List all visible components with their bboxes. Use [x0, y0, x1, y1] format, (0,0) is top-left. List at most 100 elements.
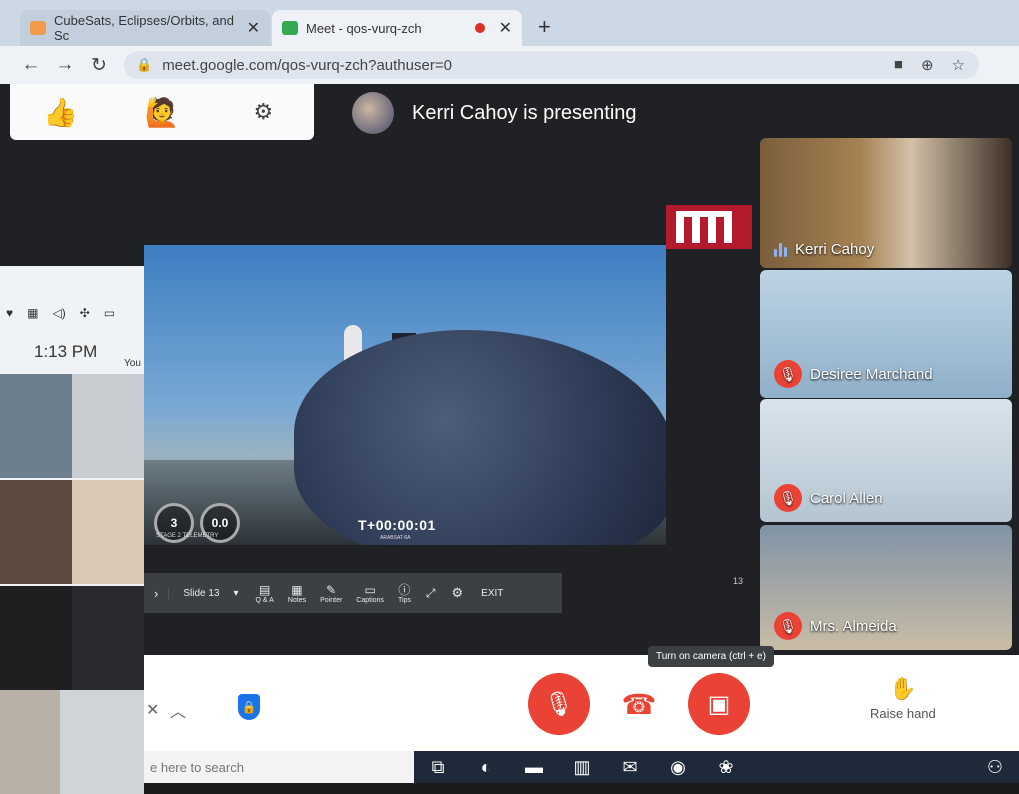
next-slide-icon[interactable]: › [144, 586, 168, 601]
meet-favicon-icon [282, 21, 298, 35]
close-tab-icon[interactable]: ✕ [247, 18, 260, 38]
participant-name: Kerri Cahoy [795, 241, 875, 258]
slide-selector[interactable]: Slide 13 [168, 587, 233, 599]
browser-tab-bar: CubeSats, Eclipses/Orbits, and Sc ✕ Meet… [0, 0, 1019, 46]
settings-gear-icon[interactable]: ⚙ [444, 585, 472, 601]
pointer-icon: ✎ [326, 582, 337, 597]
grid-icon[interactable]: ▦ [27, 306, 38, 320]
countdown-timer: T+00:00:01 [358, 517, 436, 533]
app-icon[interactable]: ❀ [702, 757, 750, 778]
video-thumbnail [0, 586, 72, 690]
clock-text: 1:13 PM [34, 342, 98, 361]
mission-name: ARABSAT-6A [380, 535, 411, 541]
mail-icon[interactable]: ✉ [606, 757, 654, 778]
microphone-toggle-button[interactable]: 🎙 [528, 673, 590, 735]
participant-tile-mrs-almeida[interactable]: 🎙 Mrs. Almeida [760, 525, 1012, 650]
host-controls-shield-icon[interactable]: 🔒 [238, 694, 260, 720]
lock-icon: 🔒 [136, 57, 153, 72]
settings-gear-icon[interactable]: ⚙ [233, 99, 293, 125]
presenter-avatar [352, 92, 394, 134]
new-tab-button[interactable]: + [538, 14, 551, 40]
participant-name: Mrs. Almeida [810, 617, 897, 635]
raise-hand-reaction[interactable]: 🙋 [132, 96, 192, 129]
video-thumbnail [0, 480, 72, 584]
chevron-down-icon[interactable]: ▾ [233, 588, 248, 599]
participant-tile-kerri-cahoy[interactable]: Kerri Cahoy [760, 138, 1012, 268]
presenting-header: Kerri Cahoy is presenting [352, 92, 637, 134]
zoom-icon[interactable]: ⊕ [921, 56, 934, 74]
tips-label: Tips [397, 596, 411, 604]
back-icon[interactable]: ← [14, 54, 48, 76]
participant-tile-desiree-marchand[interactable]: 🎙 Desiree Marchand [760, 270, 1012, 398]
captions-label: Captions [356, 596, 384, 604]
heart-icon[interactable]: ♥ [6, 306, 13, 320]
hand-icon: ✋ [889, 676, 917, 701]
thumbs-up-reaction[interactable]: 👍 [31, 96, 91, 129]
close-icon[interactable]: ✕ [146, 700, 159, 720]
presenting-text: Kerri Cahoy is presenting [412, 101, 637, 124]
captions-icon: ▭ [364, 582, 376, 597]
mic-off-icon: 🎙 [543, 690, 575, 718]
pointer-button[interactable]: ✎ Pointer [313, 583, 349, 604]
speaking-indicator-icon [774, 242, 787, 257]
tips-icon: ⓘ [398, 582, 411, 597]
camera-toggle-button[interactable]: ▣ [688, 673, 750, 735]
mic-off-icon: 🎙 [774, 484, 802, 512]
camera-tooltip: Turn on camera (ctrl + e) [648, 646, 774, 667]
slides-favicon-icon [30, 21, 46, 35]
slide-number: 13 [733, 576, 744, 586]
chrome-icon[interactable]: ◉ [654, 757, 702, 778]
raise-hand-button[interactable]: ✋ Raise hand [870, 676, 936, 721]
presentation-slide: 3 0.0 STAGE 2 TELEMETRY T+00:00:01 ARABS… [144, 245, 666, 545]
url-text: meet.google.com/qos-vurq-zch?authuser=0 [162, 56, 452, 74]
mic-off-icon: 🎙 [774, 360, 802, 388]
tab-cubesats[interactable]: CubeSats, Eclipses/Orbits, and Sc ✕ [20, 10, 270, 46]
store-icon[interactable]: ▥ [558, 757, 606, 778]
launch-smoke-image [294, 330, 666, 545]
forward-icon[interactable]: → [48, 54, 82, 76]
notes-label: Notes [287, 596, 307, 604]
telemetry-label: STAGE 2 TELEMETRY [156, 533, 219, 539]
close-tab-icon[interactable]: ✕ [499, 18, 512, 38]
camera-icon[interactable]: ■ [894, 56, 903, 74]
url-input[interactable]: 🔒 meet.google.com/qos-vurq-zch?authuser=… [124, 51, 979, 79]
exit-button[interactable]: EXIT [471, 588, 513, 599]
hang-up-icon: ☎ [621, 688, 657, 720]
participant-name: Desiree Marchand [810, 365, 933, 383]
tab-title: Meet - qos-vurq-zch [306, 20, 422, 36]
notes-button[interactable]: ▦ Notes [281, 583, 313, 604]
captions-button[interactable]: ▭ Captions [349, 583, 391, 604]
tab-meet[interactable]: Meet - qos-vurq-zch ✕ [272, 10, 522, 46]
qa-label: Q & A [255, 596, 274, 604]
slide-toolbar: › Slide 13 ▾ ▤ Q & A ▦ Notes ✎ Pointer ▭ Cap… [144, 573, 562, 613]
taskbar-search-input[interactable]: e here to search [144, 751, 414, 783]
volume-icon[interactable]: ◁) [52, 306, 65, 320]
video-thumbnail [72, 586, 144, 690]
fullscreen-icon[interactable]: ⤢ [418, 586, 444, 601]
video-thumbnail [72, 480, 144, 584]
tips-button[interactable]: ⓘ Tips [391, 583, 418, 604]
qa-button[interactable]: ▤ Q & A [249, 583, 281, 604]
background-window-toolbar: ♥ ▦ ◁) ✣ ▭ [0, 300, 144, 326]
task-view-icon[interactable]: ⧉ [414, 757, 462, 778]
cast-icon[interactable]: ▭ [104, 306, 115, 320]
participant-tile-carol-allen[interactable]: 🎙 Carol Allen [760, 399, 1012, 522]
people-icon[interactable]: ⚇ [971, 757, 1019, 778]
puzzle-icon[interactable]: ✣ [80, 306, 90, 320]
you-label: You [124, 358, 141, 369]
bookmark-star-icon[interactable]: ☆ [952, 56, 965, 74]
video-thumbnail [0, 374, 72, 478]
camera-off-icon: ▣ [707, 690, 731, 718]
notes-icon: ▦ [291, 582, 303, 597]
address-bar: ← → ↻ 🔒 meet.google.com/qos-vurq-zch?aut… [0, 46, 1019, 84]
edge-icon[interactable]: ◐ [462, 757, 510, 778]
qa-icon: ▤ [258, 582, 271, 597]
reload-icon[interactable]: ↻ [82, 54, 116, 77]
tab-title: CubeSats, Eclipses/Orbits, and Sc [54, 13, 234, 43]
file-explorer-icon[interactable]: ▬ [510, 757, 558, 778]
presenter-logo [666, 205, 752, 249]
chevron-up-icon[interactable]: ︿ [170, 698, 186, 722]
mic-off-icon: 🎙 [774, 612, 802, 640]
participant-name: Carol Allen [810, 489, 883, 507]
leave-call-button[interactable]: ☎ [608, 673, 670, 735]
